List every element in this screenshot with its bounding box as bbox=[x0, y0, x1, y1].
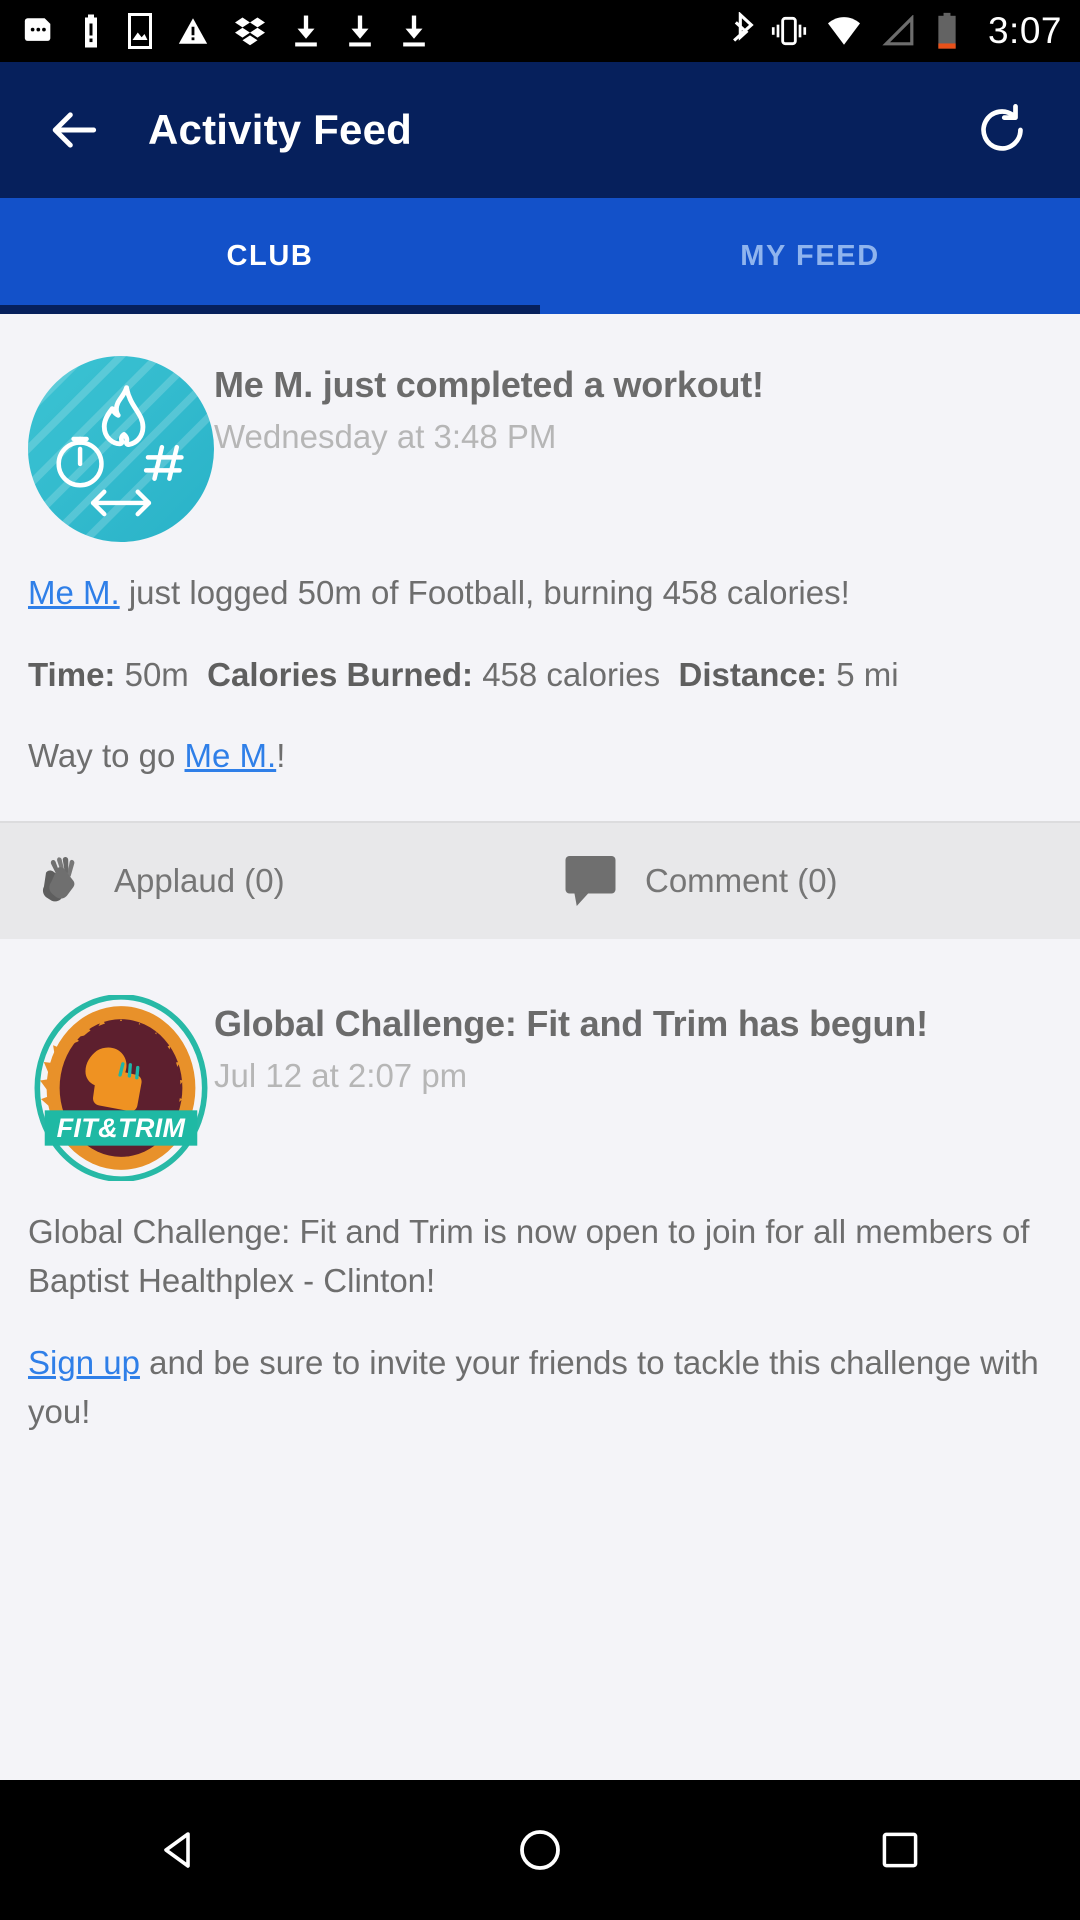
feed-card-timestamp: Jul 12 at 2:07 pm bbox=[214, 1056, 468, 1094]
vibrate-icon bbox=[771, 16, 807, 46]
battery-icon bbox=[938, 12, 956, 49]
badge-text: FIT&TRIM bbox=[57, 1113, 186, 1143]
feed-card-workout[interactable]: Me M. just completed a workout! Wednesda… bbox=[0, 314, 1080, 939]
feed-card-challenge[interactable]: FIT&TRIM Global Challenge: Fit and Trim … bbox=[0, 952, 1080, 1460]
page-title: Activity Feed bbox=[148, 106, 413, 153]
feed-card-header-text: Me M. just completed a workout! Wednesda… bbox=[214, 352, 1050, 542]
user-link[interactable]: Me M. bbox=[185, 737, 277, 774]
bluetooth-icon bbox=[733, 12, 754, 42]
encouragement-prefix: Way to go bbox=[28, 737, 185, 774]
back-arrow-icon bbox=[52, 112, 97, 148]
feed-card-header-text: Global Challenge: Fit and Trim has begun… bbox=[214, 991, 1050, 1181]
comment-label: Comment (0) bbox=[645, 861, 838, 899]
applaud-button[interactable]: Applaud (0) bbox=[0, 853, 553, 909]
nav-recents-square-icon bbox=[882, 1832, 918, 1868]
wifi-icon bbox=[827, 17, 860, 45]
feed-card-title: Me M. just completed a workout! bbox=[214, 364, 764, 405]
encouragement-suffix: ! bbox=[276, 737, 286, 774]
comment-button[interactable]: Comment (0) bbox=[553, 853, 1080, 909]
status-bar-left-icons bbox=[22, 13, 728, 49]
dropbox-icon bbox=[235, 17, 265, 46]
status-bar: 3:07 bbox=[0, 0, 1080, 62]
feed-card-body: Global Challenge: Fit and Trim is now op… bbox=[0, 1181, 1080, 1437]
avatar[interactable]: FIT&TRIM bbox=[28, 991, 214, 1181]
photo-icon bbox=[128, 13, 152, 49]
applaud-label: Applaud (0) bbox=[114, 861, 285, 899]
android-navigation-bar bbox=[0, 1780, 1080, 1920]
warning-icon bbox=[178, 18, 208, 44]
feed-card-body: Me M. just logged 50m of Football, burni… bbox=[0, 542, 1080, 781]
challenge-signup-line: Sign up and be sure to invite your frien… bbox=[28, 1338, 1052, 1437]
app-bar: Activity Feed bbox=[0, 62, 1080, 198]
feed-card-title: Global Challenge: Fit and Trim has begun… bbox=[214, 1002, 928, 1044]
sign-up-link[interactable]: Sign up bbox=[28, 1344, 140, 1381]
back-button[interactable] bbox=[44, 99, 106, 161]
phone-screen: 3:07 Activity Feed CLUB MY FEED Me M. ju… bbox=[0, 0, 1080, 1920]
battery-alert-icon bbox=[85, 14, 97, 48]
tab-my-feed-label: MY FEED bbox=[740, 239, 880, 272]
tab-club-label: CLUB bbox=[226, 239, 314, 272]
status-bar-right-icons: 3:07 bbox=[728, 10, 1062, 52]
comment-icon bbox=[565, 855, 616, 906]
nav-recents-button[interactable] bbox=[840, 1790, 960, 1910]
workout-summary-line: Me M. just logged 50m of Football, burni… bbox=[28, 568, 1052, 618]
workout-badge-icon bbox=[28, 356, 214, 542]
encouragement-line: Way to go Me M.! bbox=[28, 731, 1052, 781]
nav-back-button[interactable] bbox=[120, 1790, 240, 1910]
fit-and-trim-badge-icon: FIT&TRIM bbox=[34, 994, 208, 1181]
avatar[interactable] bbox=[28, 352, 214, 542]
feed-card-header: FIT&TRIM Global Challenge: Fit and Trim … bbox=[0, 953, 1080, 1181]
activity-feed-list[interactable]: Me M. just completed a workout! Wednesda… bbox=[0, 314, 1080, 1460]
nav-home-button[interactable] bbox=[480, 1790, 600, 1910]
status-bar-clock: 3:07 bbox=[987, 10, 1062, 51]
tab-my-feed[interactable]: MY FEED bbox=[540, 198, 1080, 314]
feed-card-timestamp: Wednesday at 3:48 PM bbox=[214, 418, 557, 456]
feed-card-action-bar: Applaud (0) Comment (0) bbox=[0, 820, 1080, 939]
stat-value-time: 50m bbox=[124, 655, 189, 693]
stat-label-calories: Calories Burned: bbox=[207, 655, 474, 693]
stat-value-calories: 458 calories bbox=[482, 655, 661, 693]
nav-back-triangle-icon bbox=[164, 1832, 190, 1868]
workout-stats-line: Time: 50m Calories Burned: 458 calories … bbox=[28, 650, 1052, 700]
download-icon bbox=[403, 15, 425, 47]
user-link[interactable]: Me M. bbox=[28, 574, 120, 611]
workout-summary-text: just logged 50m of Football, burning 458… bbox=[119, 574, 850, 611]
card-divider bbox=[0, 938, 1080, 953]
stat-label-distance: Distance: bbox=[678, 655, 828, 693]
tab-active-indicator bbox=[0, 305, 540, 314]
tab-bar: CLUB MY FEED bbox=[0, 198, 1080, 314]
sms-icon bbox=[24, 18, 51, 41]
refresh-icon bbox=[981, 104, 1023, 151]
tab-club[interactable]: CLUB bbox=[0, 198, 540, 314]
challenge-description: Global Challenge: Fit and Trim is now op… bbox=[28, 1212, 1030, 1300]
challenge-signup-text: and be sure to invite your friends to ta… bbox=[28, 1343, 1039, 1431]
download-icon bbox=[349, 15, 371, 47]
nav-home-circle-icon bbox=[520, 1830, 560, 1870]
applause-icon bbox=[42, 856, 75, 901]
stat-value-distance: 5 mi bbox=[836, 655, 899, 693]
download-icon bbox=[295, 15, 317, 47]
signal-icon bbox=[882, 15, 914, 46]
feed-card-header: Me M. just completed a workout! Wednesda… bbox=[0, 314, 1080, 542]
refresh-button[interactable] bbox=[972, 100, 1032, 160]
stat-label-time: Time: bbox=[28, 655, 116, 693]
